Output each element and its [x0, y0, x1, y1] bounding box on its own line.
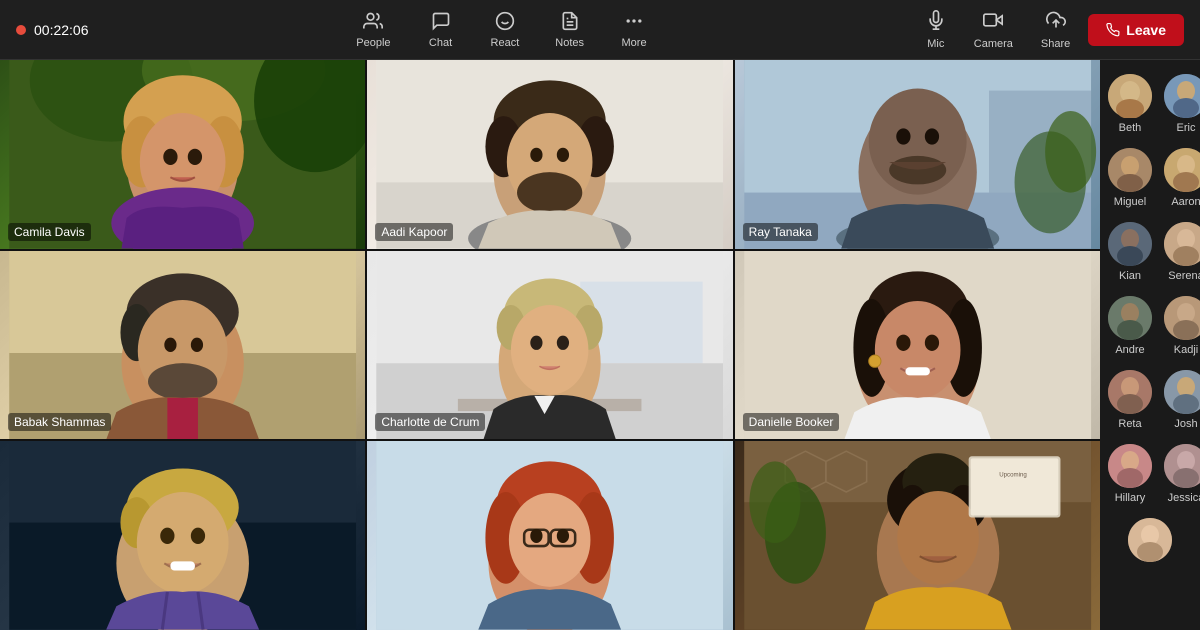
- sidebar-name-hillary: Hillary: [1115, 492, 1146, 504]
- video-cell-ray[interactable]: Ray Tanaka: [735, 60, 1100, 249]
- sidebar-name-kian: Kian: [1119, 270, 1141, 282]
- sidebar-row-2: Miguel Aaron: [1104, 142, 1196, 214]
- avatar-hillary: [1108, 444, 1152, 488]
- camera-button[interactable]: Camera: [964, 4, 1023, 56]
- sidebar-participant-kadji[interactable]: Kadji: [1160, 292, 1200, 360]
- avatar-andre: [1108, 296, 1152, 340]
- video-cell-bottom1[interactable]: [0, 441, 365, 630]
- avatar-jessica: [1164, 444, 1200, 488]
- sidebar-participant-serena[interactable]: Serena: [1160, 218, 1200, 286]
- avatar-josh: [1164, 370, 1200, 414]
- sidebar-participant-josh[interactable]: Josh: [1160, 366, 1200, 434]
- phone-icon: [1106, 23, 1120, 37]
- video-cell-charlotte[interactable]: Charlotte de Crum: [367, 251, 732, 440]
- video-cell-camila[interactable]: Camila Davis: [0, 60, 365, 249]
- sidebar-participant-andre[interactable]: Andre: [1104, 292, 1156, 360]
- react-icon: [495, 11, 515, 34]
- sidebar-row-5: Reta Josh: [1104, 364, 1196, 436]
- video-grid: Camila Davis: [0, 60, 1100, 630]
- main-content: Camila Davis: [0, 60, 1200, 630]
- avatar-reta: [1108, 370, 1152, 414]
- sidebar-name-jessica: Jessica: [1168, 492, 1200, 504]
- top-bar: 00:22:06 People Chat: [0, 0, 1200, 60]
- nav-notes-label: Notes: [555, 37, 584, 49]
- sidebar-participant-kian[interactable]: Kian: [1104, 218, 1156, 286]
- video-cell-danielle[interactable]: Danielle Booker: [735, 251, 1100, 440]
- video-cell-aadi[interactable]: Aadi Kapoor: [367, 60, 732, 249]
- sidebar-row-6: Hillary Jessica: [1104, 438, 1196, 510]
- avatar-kadji: [1164, 296, 1200, 340]
- sidebar-participant-reta[interactable]: Reta: [1104, 366, 1156, 434]
- participant-name-ray: Ray Tanaka: [743, 223, 818, 241]
- nav-center: People Chat React: [342, 5, 662, 55]
- mic-label: Mic: [927, 38, 944, 50]
- avatar-beth: [1108, 74, 1152, 118]
- avatar-aaron: [1164, 148, 1200, 192]
- avatar-extra: [1128, 518, 1172, 562]
- sidebar-row-3: Kian Serena: [1104, 216, 1196, 288]
- nav-notes[interactable]: Notes: [541, 5, 598, 55]
- sidebar-name-miguel: Miguel: [1114, 196, 1146, 208]
- notes-icon: [560, 11, 580, 34]
- chat-icon: [431, 11, 451, 34]
- recording-indicator: [16, 25, 26, 35]
- participant-name-camila: Camila Davis: [8, 223, 91, 241]
- sidebar-participant-eric[interactable]: Eric: [1160, 70, 1200, 138]
- nav-chat[interactable]: Chat: [413, 5, 469, 55]
- right-controls: Mic Camera Share: [916, 4, 1184, 56]
- sidebar-name-kadji: Kadji: [1174, 344, 1198, 356]
- avatar-kian: [1108, 222, 1152, 266]
- video-cell-babak[interactable]: Babak Shammas: [0, 251, 365, 440]
- mic-icon: [926, 10, 946, 35]
- sidebar-participant-aaron[interactable]: Aaron: [1160, 144, 1200, 212]
- nav-people-label: People: [356, 37, 390, 49]
- camera-icon: [983, 10, 1003, 35]
- timer-area: 00:22:06: [16, 22, 89, 38]
- sidebar-participant-extra[interactable]: [1124, 514, 1176, 570]
- sidebar-name-aaron: Aaron: [1171, 196, 1200, 208]
- people-icon: [363, 11, 383, 34]
- sidebar-row-7: [1104, 512, 1196, 572]
- sidebar-participant-hillary[interactable]: Hillary: [1104, 440, 1156, 508]
- sidebar-participant-miguel[interactable]: Miguel: [1104, 144, 1156, 212]
- nav-chat-label: Chat: [429, 37, 452, 49]
- camera-label: Camera: [974, 38, 1013, 50]
- sidebar-name-serena: Serena: [1168, 270, 1200, 282]
- nav-react-label: React: [491, 37, 520, 49]
- sidebar-name-reta: Reta: [1118, 418, 1141, 430]
- leave-button[interactable]: Leave: [1088, 14, 1184, 46]
- sidebar-row-4: Andre Kadji: [1104, 290, 1196, 362]
- nav-more-label: More: [622, 37, 647, 49]
- avatar-miguel: [1108, 148, 1152, 192]
- nav-react[interactable]: React: [477, 5, 534, 55]
- sidebar-name-beth: Beth: [1119, 122, 1142, 134]
- nav-people[interactable]: People: [342, 5, 404, 55]
- sidebar-row-1: Beth Eric: [1104, 68, 1196, 140]
- mic-button[interactable]: Mic: [916, 4, 956, 56]
- sidebar-name-andre: Andre: [1115, 344, 1144, 356]
- avatar-serena: [1164, 222, 1200, 266]
- more-icon: [624, 11, 644, 34]
- share-icon: [1046, 10, 1066, 35]
- leave-label: Leave: [1126, 22, 1166, 38]
- nav-more[interactable]: More: [606, 5, 662, 55]
- participant-name-danielle: Danielle Booker: [743, 413, 840, 431]
- avatar-eric: [1164, 74, 1200, 118]
- participant-name-charlotte: Charlotte de Crum: [375, 413, 485, 431]
- sidebar-participant-beth[interactable]: Beth: [1104, 70, 1156, 138]
- svg-text:Upcoming: Upcoming: [999, 472, 1027, 479]
- video-cell-bottom2[interactable]: [367, 441, 732, 630]
- meeting-timer: 00:22:06: [34, 22, 89, 38]
- share-label: Share: [1041, 38, 1070, 50]
- sidebar-participant-jessica[interactable]: Jessica: [1160, 440, 1200, 508]
- participant-name-aadi: Aadi Kapoor: [375, 223, 453, 241]
- share-button[interactable]: Share: [1031, 4, 1080, 56]
- sidebar-name-josh: Josh: [1174, 418, 1197, 430]
- participants-sidebar: Beth Eric: [1100, 60, 1200, 630]
- sidebar-name-eric: Eric: [1177, 122, 1196, 134]
- video-cell-bottom3[interactable]: Upcoming: [735, 441, 1100, 630]
- participant-name-babak: Babak Shammas: [8, 413, 111, 431]
